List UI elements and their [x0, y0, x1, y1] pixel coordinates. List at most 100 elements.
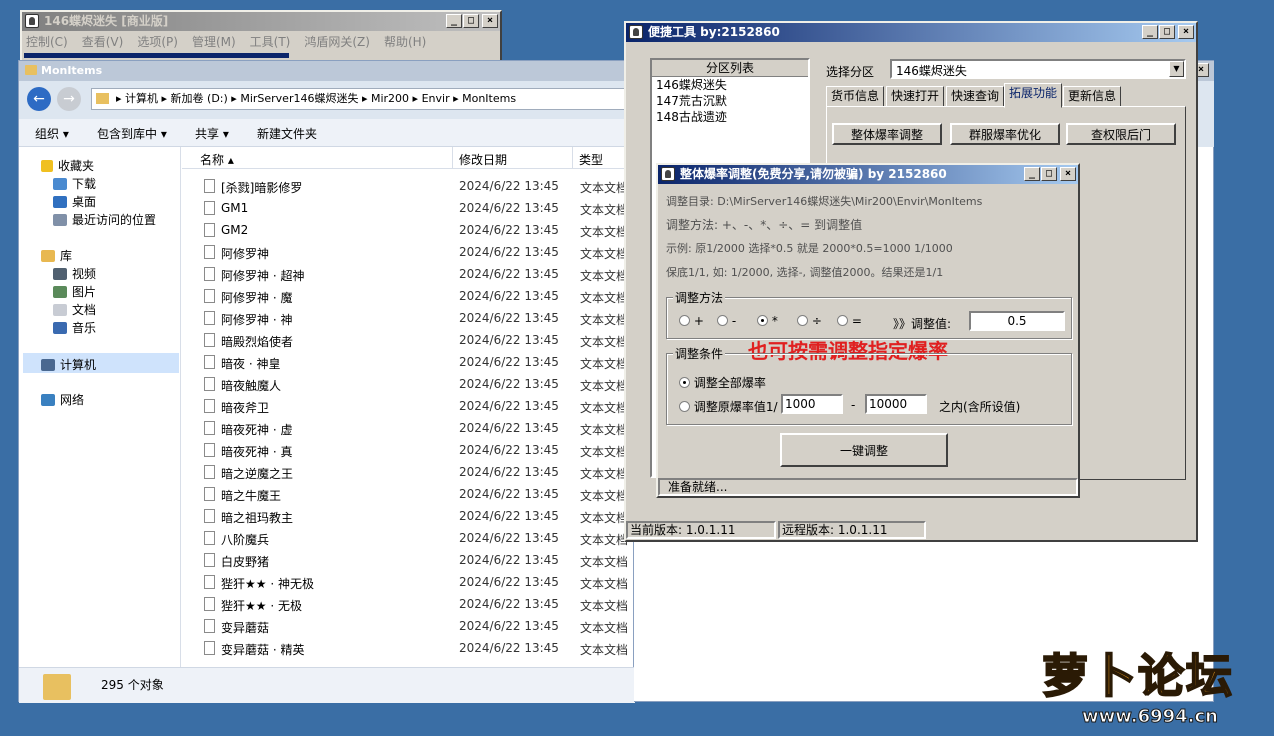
back-icon[interactable]: ←	[27, 87, 51, 111]
server-window-titlebar[interactable]: 146蝶烬迷失 [商业版] _ □ ×	[22, 12, 500, 31]
menu-item[interactable]: 鸿盾网关(Z)	[304, 33, 370, 50]
breadcrumb-item[interactable]: MirServer146蝶烬迷失	[240, 92, 358, 105]
file-row[interactable]: 暗夜斧卫 2024/6/22 13:45 文本文档	[19, 395, 628, 417]
file-type: 文本文档	[580, 423, 629, 437]
file-row[interactable]: 八阶魔兵 2024/6/22 13:45 文本文档	[19, 527, 628, 549]
breadcrumb-item[interactable]: MonItems	[462, 92, 516, 105]
breadcrumb[interactable]: ▸ 计算机 ▸ 新加卷 (D:) ▸ MirServer146蝶烬迷失 ▸ Mi…	[91, 88, 631, 110]
minimize-icon[interactable]: _	[1142, 25, 1158, 39]
partition-select[interactable]: 146蝶烬迷失 ▼	[890, 59, 1186, 79]
op-plus[interactable]: +	[679, 314, 704, 328]
breadcrumb-item[interactable]: 计算机	[125, 92, 158, 105]
file-row[interactable]: 暗夜死神 · 真 2024/6/22 13:45 文本文档	[19, 439, 628, 461]
file-row[interactable]: 暗夜触魔人 2024/6/22 13:45 文本文档	[19, 373, 628, 395]
maximize-icon[interactable]: □	[463, 14, 479, 28]
file-row[interactable]: 暗夜死神 · 虚 2024/6/22 13:45 文本文档	[19, 417, 628, 439]
op-multiply[interactable]: *	[757, 314, 778, 328]
menu-item[interactable]: 帮助(H)	[384, 33, 426, 50]
file-type: 文本文档	[580, 555, 629, 569]
explorer-toolbar: 组织 ▾ 包含到库中 ▾ 共享 ▾ 新建文件夹	[19, 119, 635, 147]
close-icon[interactable]: ×	[1178, 25, 1194, 39]
range-to-input[interactable]: 10000	[865, 394, 927, 414]
minimize-icon[interactable]: _	[1024, 167, 1040, 181]
op-equals[interactable]: =	[837, 314, 862, 328]
column-date[interactable]: 修改日期	[459, 151, 507, 168]
close-icon[interactable]: ×	[482, 14, 498, 28]
menu-item[interactable]: 管理(M)	[192, 33, 236, 50]
include-library-button[interactable]: 包含到库中 ▾	[97, 125, 167, 142]
file-row[interactable]: 阿修罗神 2024/6/22 13:45 文本文档	[19, 241, 628, 263]
example-line: 示例: 原1/2000 选择*0.5 就是 2000*0.5=1000 1/10…	[666, 242, 953, 255]
file-type: 文本文档	[580, 621, 629, 635]
column-type[interactable]: 类型	[579, 151, 603, 168]
check-backdoor-button[interactable]: 查权限后门	[1066, 123, 1176, 145]
overall-drop-rate-button[interactable]: 整体爆率调整	[832, 123, 942, 145]
tab-updates[interactable]: 更新信息	[1063, 86, 1122, 107]
new-folder-button[interactable]: 新建文件夹	[257, 125, 317, 142]
file-row[interactable]: 变异蘑菇 · 精英2024/6/22 13:45文本文档3 KB	[19, 637, 628, 659]
file-date: 2024/6/22 13:45	[459, 531, 559, 545]
nav-favorites[interactable]: 收藏夹	[41, 157, 94, 174]
range-from-input[interactable]: 1000	[781, 394, 843, 414]
file-row[interactable]: 狴犴★★ · 神无极2024/6/22 13:45文本文档9 KB	[19, 571, 628, 593]
file-row[interactable]: 白皮野猪2024/6/22 13:45文本文档2 KB	[19, 549, 628, 571]
partition-item[interactable]: 147荒古沉默	[652, 93, 808, 109]
tab-extensions[interactable]: 拓展功能	[1004, 83, 1063, 108]
partition-item[interactable]: 148古战遗迹	[652, 109, 808, 125]
file-row[interactable]: 阿修罗神 · 超神 2024/6/22 13:45 文本文档	[19, 263, 628, 285]
cond-range[interactable]: 调整原爆率值1/	[679, 398, 778, 415]
menu-item[interactable]: 控制(C)	[26, 33, 68, 50]
partition-item[interactable]: 146蝶烬迷失	[652, 77, 808, 93]
close-icon[interactable]: ×	[1060, 167, 1076, 181]
tab-currency[interactable]: 货币信息	[826, 86, 885, 107]
tab-quick-open[interactable]: 快速打开	[886, 86, 945, 107]
op-divide[interactable]: ÷	[797, 314, 822, 328]
adjust-value-input[interactable]: 0.5	[969, 311, 1065, 331]
tab-quick-query[interactable]: 快速查询	[946, 86, 1005, 107]
group-drop-rate-button[interactable]: 群服爆率优化	[950, 123, 1060, 145]
file-row[interactable]: GM1 2024/6/22 13:45 文本文档	[19, 197, 628, 219]
folder-icon	[25, 65, 37, 75]
column-name[interactable]: 名称 ▴	[200, 151, 234, 168]
file-row[interactable]: 暗殿烈焰使者 2024/6/22 13:45 文本文档	[19, 329, 628, 351]
tool-app-icon	[629, 25, 643, 39]
radio-selected-icon	[757, 315, 768, 326]
op-minus[interactable]: -	[717, 314, 736, 328]
file-type: 文本文档	[580, 599, 629, 613]
server-progress-bar	[24, 53, 289, 58]
file-row[interactable]: [杀戮]暗影修罗 2024/6/22 13:45 文本文档	[19, 175, 628, 197]
file-row[interactable]: 阿修罗神 · 神 2024/6/22 13:45 文本文档	[19, 307, 628, 329]
file-name: 狴犴★★ · 神无极	[221, 577, 314, 591]
file-date: 2024/6/22 13:45	[459, 487, 559, 501]
file-row[interactable]: 暗之逆魔之王 2024/6/22 13:45 文本文档	[19, 461, 628, 483]
file-row[interactable]: GM2 2024/6/22 13:45 文本文档	[19, 219, 628, 241]
breadcrumb-item[interactable]: Mir200	[371, 92, 409, 105]
cond-all[interactable]: 调整全部爆率	[679, 374, 766, 391]
maximize-icon[interactable]: □	[1159, 25, 1175, 39]
file-row[interactable]: 暗之牛魔王 2024/6/22 13:45 文本文档	[19, 483, 628, 505]
forward-icon[interactable]: →	[57, 87, 81, 111]
breadcrumb-item[interactable]: 新加卷 (D:)	[171, 92, 228, 105]
file-row[interactable]: 狴犴★★ · 无极2024/6/22 13:45文本文档9 KB	[19, 593, 628, 615]
tool-window-titlebar[interactable]: 便捷工具 by:2152860 _ □ ×	[626, 23, 1196, 42]
partition-list-header[interactable]: 分区列表	[652, 60, 808, 77]
file-row[interactable]: 暗之祖玛教主 2024/6/22 13:45 文本文档	[19, 505, 628, 527]
chevron-down-icon[interactable]: ▼	[1169, 61, 1184, 77]
file-name: 狴犴★★ · 无极	[221, 599, 302, 613]
share-button[interactable]: 共享 ▾	[195, 125, 229, 142]
menu-item[interactable]: 工具(T)	[250, 33, 291, 50]
file-row[interactable]: 变异蘑菇2024/6/22 13:45文本文档2 KB	[19, 615, 628, 637]
file-row[interactable]: 阿修罗神 · 魔 2024/6/22 13:45 文本文档	[19, 285, 628, 307]
dialog-titlebar[interactable]: 整体爆率调整(免费分享,请勿被骗) by 2152860 _ □ ×	[658, 165, 1078, 184]
apply-button[interactable]: 一键调整	[780, 433, 948, 467]
breadcrumb-item[interactable]: Envir	[422, 92, 450, 105]
floor-line: 保底1/1, 如: 1/2000, 选择-, 调整值2000。结果还是1/1	[666, 266, 944, 279]
organize-button[interactable]: 组织 ▾	[35, 125, 69, 142]
maximize-icon[interactable]: □	[1041, 167, 1057, 181]
explorer-titlebar[interactable]: MonItems	[19, 61, 635, 81]
file-row[interactable]: 暗夜 · 神皇 2024/6/22 13:45 文本文档	[19, 351, 628, 373]
minimize-icon[interactable]: _	[446, 14, 462, 28]
file-type: 文本文档	[580, 643, 629, 657]
menu-item[interactable]: 查看(V)	[82, 33, 124, 50]
menu-item[interactable]: 选项(P)	[137, 33, 178, 50]
